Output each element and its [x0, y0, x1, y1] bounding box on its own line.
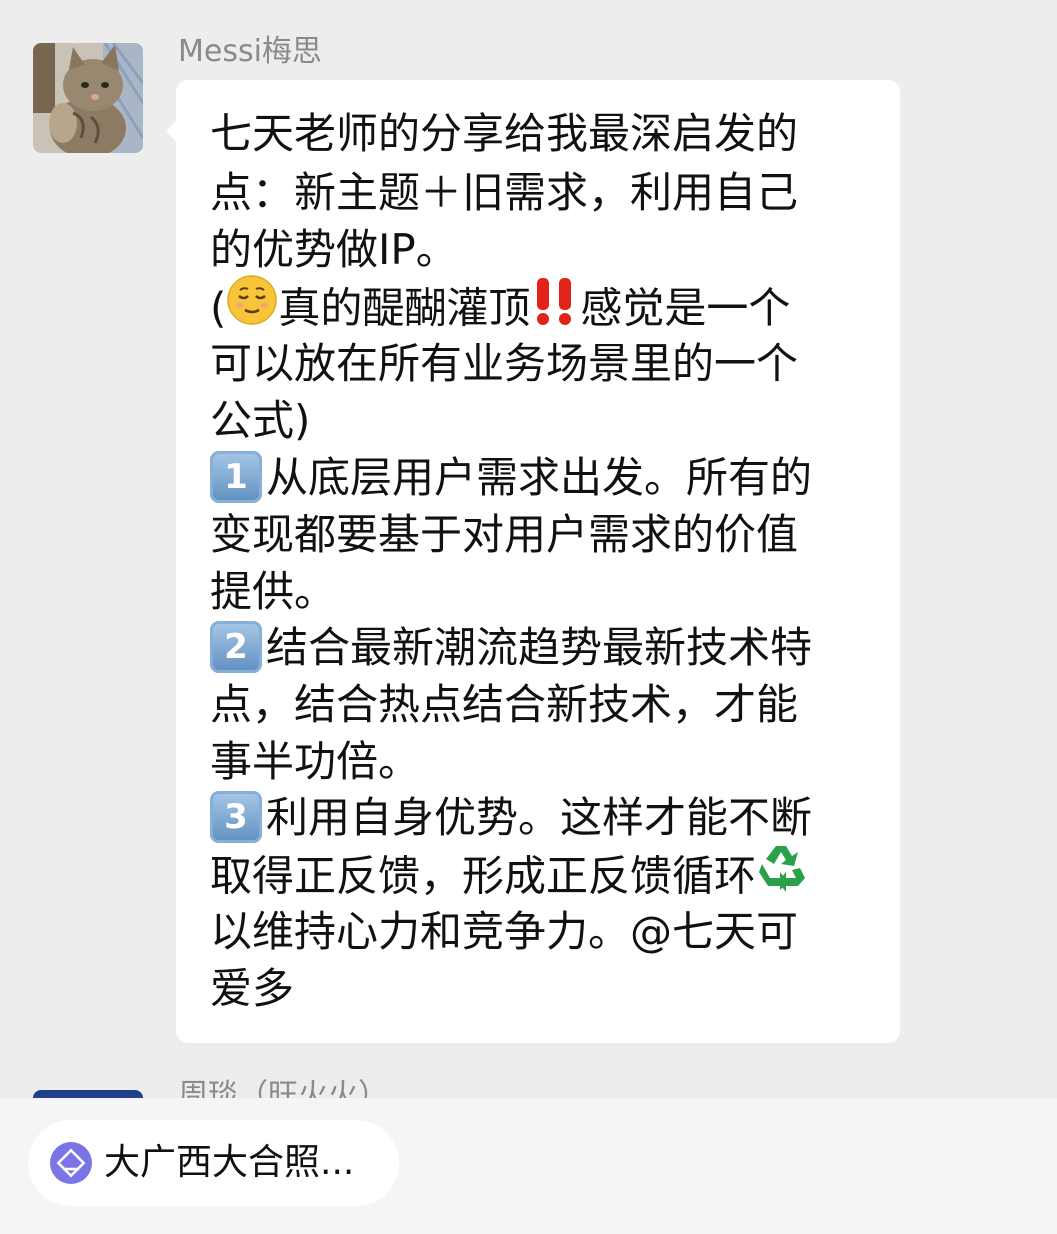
message-text: ( [210, 283, 227, 333]
bottom-bar: 大广西大合照... [0, 1098, 1057, 1234]
sender-avatar[interactable] [33, 43, 143, 153]
message-text: 利用自身优势。这样才能不断 [266, 793, 813, 842]
message-text: 从底层用户需求出发。所有的 [266, 453, 813, 502]
bubble-tail [166, 120, 177, 142]
next-chat-message: 周琰（旺火火） [0, 1060, 1057, 1100]
recycling-symbol-emoji [756, 842, 810, 908]
message-line: 3 利用自身优势。这样才能不断 [210, 789, 812, 846]
keycap-3-emoji: 3 [210, 790, 262, 843]
message-text: 真的醍醐灌顶 [278, 283, 531, 333]
mini-program-label: 大广西大合照... [104, 1142, 355, 1183]
message-line: 点，结合热点结合新技术，才能 [210, 680, 799, 729]
message-line: ( 真的醍醐灌顶 感觉是一个 [210, 275, 791, 335]
message-text: 感觉是一个 [580, 283, 791, 333]
message-line: 以维持心力和竞争力。@七天可 [210, 907, 799, 956]
keycap-1-emoji: 1 [210, 450, 262, 503]
message-line: 公式) [210, 396, 311, 445]
message-text: 取得正反馈，形成正反馈循环 [210, 851, 757, 901]
message-line: 取得正反馈，形成正反馈循环 [210, 846, 810, 903]
message-text: 结合最新潮流趋势最新技术特 [266, 623, 813, 672]
double-exclamation-emoji [530, 274, 580, 340]
message-bubble[interactable]: 七天老师的分享给我最深启发的 点：新主题＋旧需求，利用自己 的优势做IP。 ( 真… [166, 80, 900, 1043]
relieved-face-emoji [226, 274, 278, 340]
mini-program-pill[interactable]: 大广西大合照... [28, 1120, 399, 1206]
message-line: 七天老师的分享给我最深启发的 [210, 109, 799, 158]
cat-avatar-image [33, 43, 143, 153]
message-line: 的优势做IP。 [210, 225, 458, 274]
keycap-2-emoji: 2 [210, 620, 262, 673]
mini-program-icon [50, 1142, 92, 1184]
message-line: 点：新主题＋旧需求，利用自己 [210, 168, 799, 217]
next-sender-name: 周琰（旺火火） [178, 1078, 388, 1100]
message-line: 变现都要基于对用户需求的价值 [210, 510, 799, 559]
sender-name: Messi梅思 [178, 34, 322, 69]
message-line: 2 结合最新潮流趋势最新技术特 [210, 619, 812, 676]
message-line: 可以放在所有业务场景里的一个 [210, 339, 799, 388]
message-line: 提供。 [210, 567, 337, 616]
message-line: 事半功倍。 [210, 737, 421, 786]
message-line: 爱多 [210, 964, 295, 1013]
message-line: 1 从底层用户需求出发。所有的 [210, 449, 812, 506]
